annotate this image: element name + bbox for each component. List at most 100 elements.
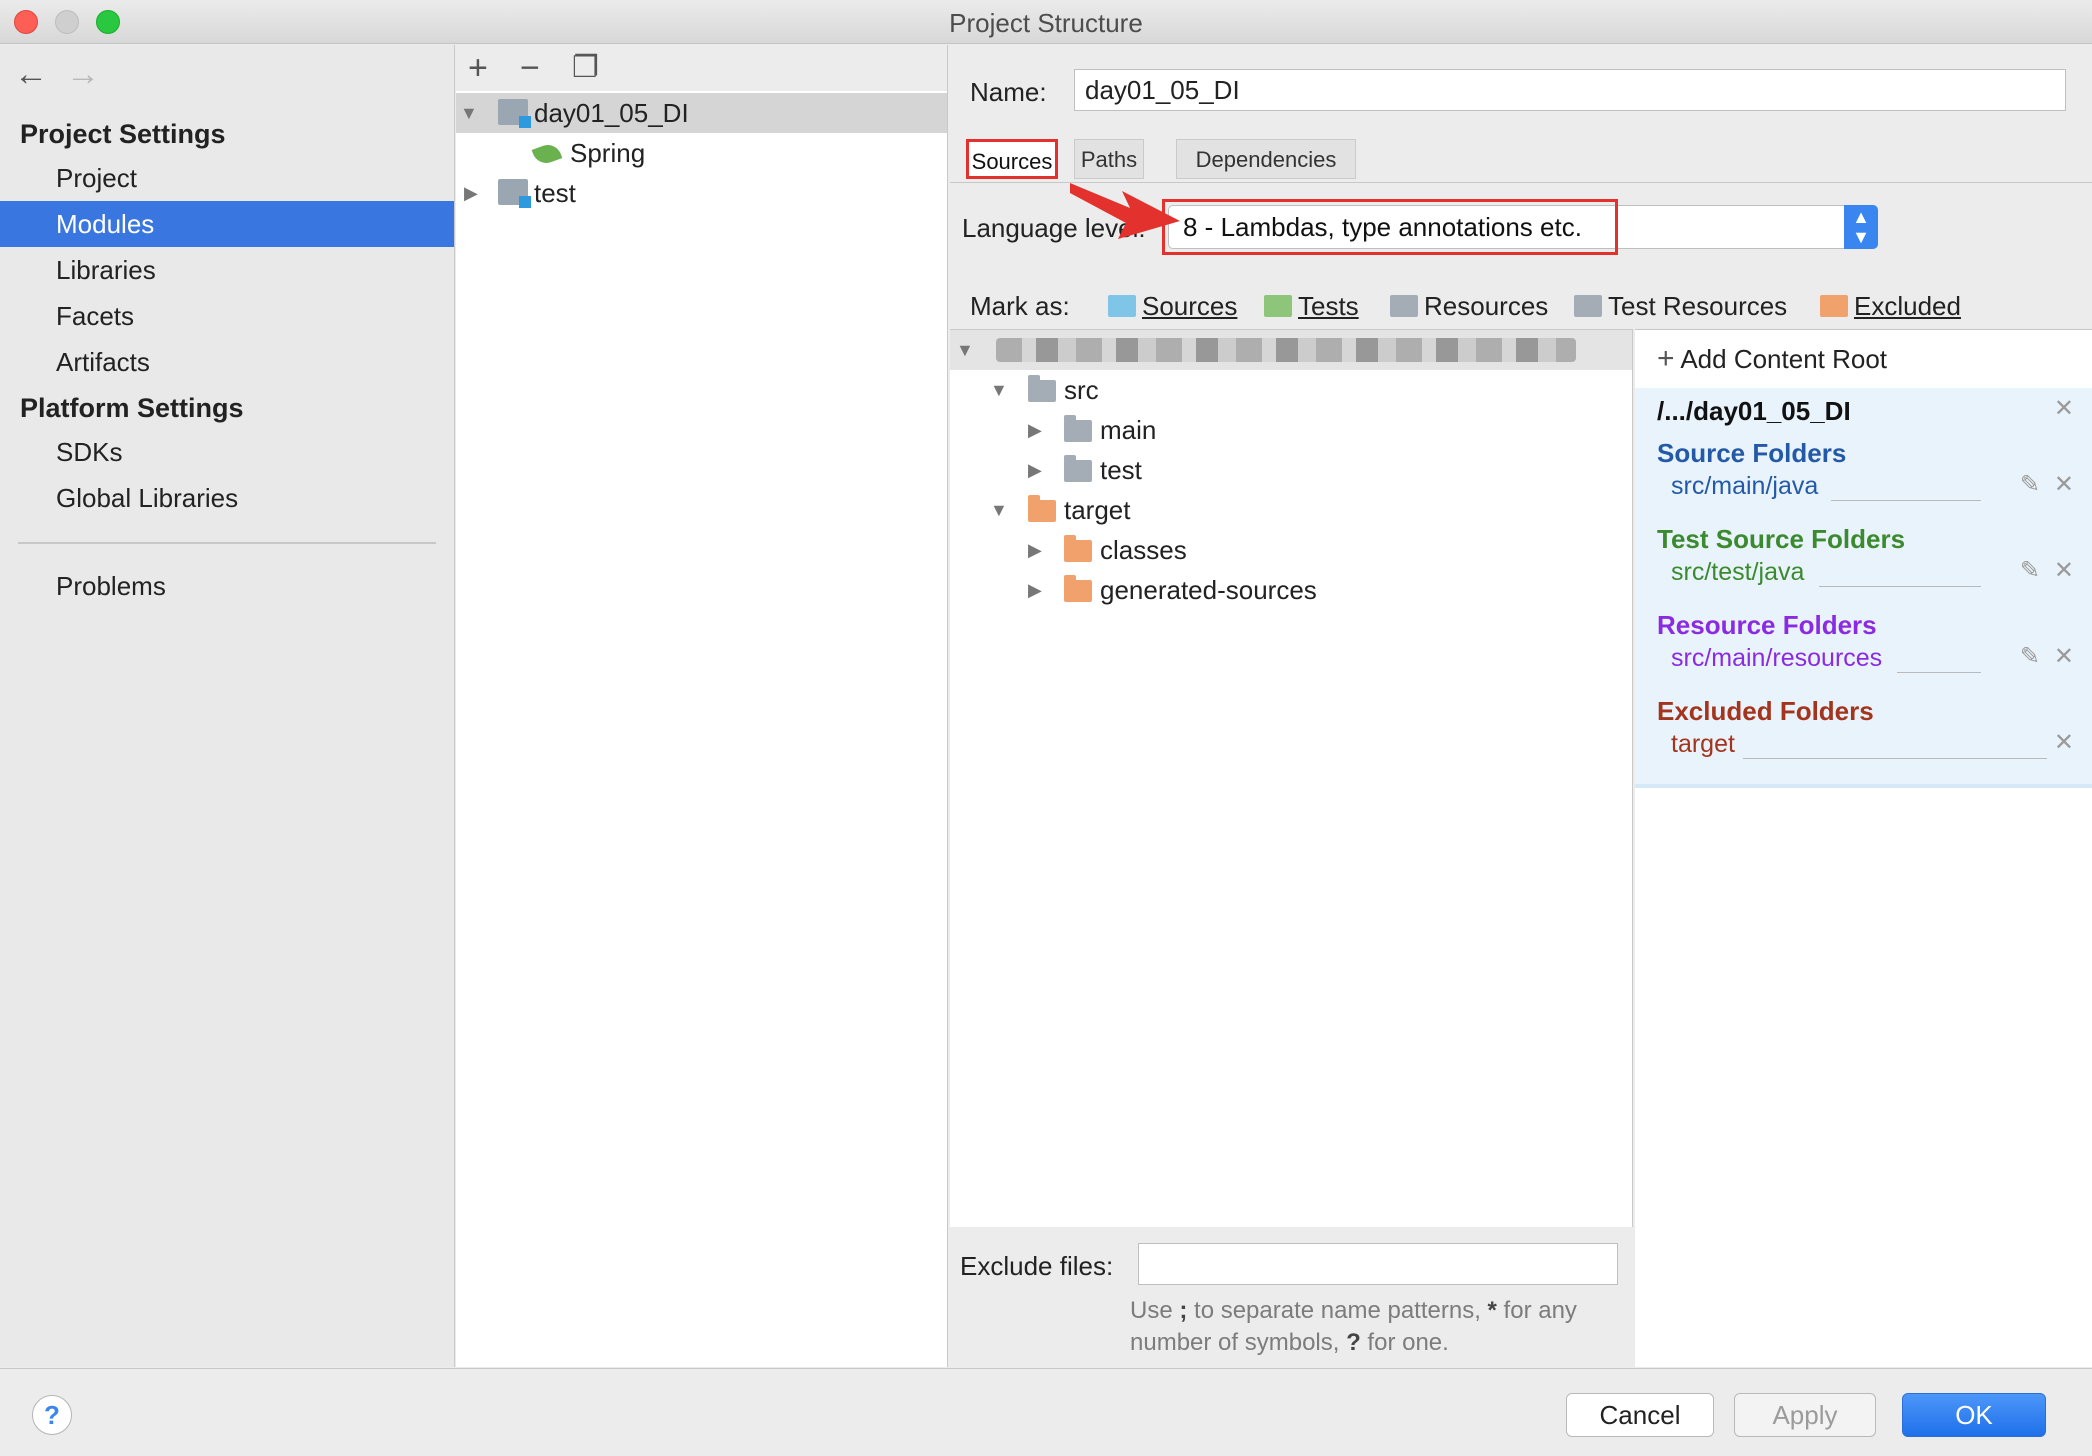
collapsed-triangle-icon[interactable]: ▶ [464, 173, 478, 213]
test-resources-folder-icon [1574, 295, 1602, 317]
tab-sources[interactable]: Sources [966, 139, 1058, 179]
remove-close-icon[interactable]: ✕ [2054, 470, 2074, 499]
nav-separator [18, 542, 436, 544]
module-icon [498, 179, 531, 208]
apply-button[interactable]: Apply [1734, 1393, 1876, 1437]
edit-pencil-icon[interactable]: ✎ [2020, 470, 2040, 499]
red-arrow-icon [1070, 183, 1180, 239]
source-folders-heading: Source Folders [1657, 438, 1847, 468]
sources-folder-icon [1108, 295, 1136, 317]
resource-folders-heading: Resource Folders [1657, 610, 1877, 640]
tree-item-test[interactable]: ▶ test [456, 173, 947, 213]
mark-as-resources-button[interactable]: Resources [1390, 289, 1548, 323]
remove-close-icon[interactable]: ✕ [2054, 728, 2074, 757]
content-root-entry: /.../day01_05_DI ✕ Source Folders src/ma… [1635, 388, 2092, 788]
tree-row-classes[interactable]: ▶ classes [950, 530, 1632, 570]
name-label: Name: [970, 77, 1047, 107]
title-bar: Project Structure [0, 0, 2092, 44]
help-button[interactable]: ? [32, 1395, 72, 1435]
exclude-files-label: Exclude files: [960, 1251, 1114, 1281]
copy-icon[interactable]: ❐ [572, 49, 599, 87]
highlight-box [1162, 199, 1618, 255]
test-source-folder-value: src/test/java [1671, 558, 1805, 586]
excluded-folder-value: target [1671, 730, 1735, 758]
divider [1897, 672, 1981, 673]
mark-as-resources-label: Resources [1424, 291, 1549, 321]
remove-close-icon[interactable]: ✕ [2054, 556, 2074, 585]
expanded-triangle-icon[interactable]: ▼ [990, 490, 1008, 530]
tab-dependencies[interactable]: Dependencies [1176, 139, 1356, 179]
nav-item-modules[interactable]: Modules [0, 201, 454, 247]
tree-item-label: day01_05_DI [534, 98, 689, 128]
mark-as-excluded-label: Excluded [1854, 291, 1961, 321]
blurred-path [996, 338, 1576, 362]
collapsed-triangle-icon[interactable]: ▶ [1028, 570, 1042, 610]
tree-item-day01-05-di[interactable]: ▼ day01_05_DI [456, 93, 947, 133]
expanded-triangle-icon[interactable]: ▼ [460, 93, 478, 133]
remove-root-close-icon[interactable]: ✕ [2054, 394, 2074, 423]
exclude-files-hint: Use ; to separate name patterns, * for a… [1130, 1297, 1577, 1356]
mark-as-excluded-button[interactable]: Excluded [1820, 289, 1961, 323]
collapsed-triangle-icon[interactable]: ▶ [1028, 410, 1042, 450]
tree-row-label: generated-sources [1100, 575, 1317, 605]
dialog-button-bar: ? Cancel Apply OK [0, 1368, 2092, 1456]
tree-row-label: test [1100, 455, 1142, 485]
expanded-triangle-icon[interactable]: ▼ [990, 370, 1008, 410]
excluded-folders-heading: Excluded Folders [1657, 696, 1874, 726]
content-tree: ▼ ▼ src ▶ main ▶ test ▼ target ▶ classes… [950, 329, 1633, 1227]
mark-as-tests-button[interactable]: Tests [1264, 289, 1359, 323]
minus-icon[interactable]: − [520, 49, 540, 87]
excluded-folder-icon [1064, 575, 1092, 602]
window-title: Project Structure [949, 8, 1143, 38]
mark-as-sources-label: Sources [1142, 291, 1238, 321]
exclude-files-input[interactable] [1138, 1243, 1618, 1285]
nav-item-project[interactable]: Project [0, 155, 454, 201]
add-content-root-button[interactable]: + Add Content Root [1657, 342, 1887, 376]
tree-row-generated-sources[interactable]: ▶ generated-sources [950, 570, 1632, 610]
nav-item-artifacts[interactable]: Artifacts [0, 339, 454, 385]
select-stepper-icon[interactable]: ▲ ▼ [1844, 205, 1878, 249]
cancel-button[interactable]: Cancel [1566, 1393, 1714, 1437]
mark-as-tests-label: Tests [1298, 291, 1359, 321]
plus-icon: + [1657, 342, 1675, 375]
tree-item-label: Spring [570, 138, 646, 168]
tree-row-main[interactable]: ▶ main [950, 410, 1632, 450]
mark-as-test-resources-button[interactable]: Test Resources [1574, 289, 1787, 323]
module-tree-pane: + − ❐ ▼ day01_05_DI Spring ▶ test [456, 45, 948, 1367]
content-roots-panel: + Add Content Root /.../day01_05_DI ✕ So… [1635, 329, 2092, 1367]
module-name-input[interactable]: day01_05_DI [1074, 69, 2066, 111]
collapsed-triangle-icon[interactable]: ▶ [1028, 450, 1042, 490]
tree-item-label: test [534, 178, 576, 208]
tree-row-label: classes [1100, 535, 1187, 565]
excluded-folder-icon [1028, 495, 1056, 522]
divider [1819, 586, 1981, 587]
nav-item-libraries[interactable]: Libraries [0, 247, 454, 293]
module-config-pane: Name: day01_05_DI Sources Paths Dependen… [950, 45, 2092, 1367]
edit-pencil-icon[interactable]: ✎ [2020, 556, 2040, 585]
nav-item-facets[interactable]: Facets [0, 293, 454, 339]
add-content-root-label: Add Content Root [1680, 344, 1888, 374]
project-settings-heading: Project Settings [20, 119, 226, 149]
ok-button[interactable]: OK [1902, 1393, 2046, 1437]
collapsed-triangle-icon[interactable]: ▶ [1028, 530, 1042, 570]
edit-pencil-icon[interactable]: ✎ [2020, 642, 2040, 671]
nav-item-problems[interactable]: Problems [0, 563, 454, 609]
tree-row-test[interactable]: ▶ test [950, 450, 1632, 490]
project-structure-window: Project Structure ← → Project Settings P… [0, 0, 2092, 1456]
nav-item-sdks[interactable]: SDKs [0, 429, 454, 475]
divider [1831, 500, 1981, 501]
content-root-path: /.../day01_05_DI [1657, 396, 1851, 426]
mark-as-sources-button[interactable]: Sources [1108, 289, 1237, 323]
nav-item-global-libraries[interactable]: Global Libraries [0, 475, 454, 521]
tree-row-target[interactable]: ▼ target [950, 490, 1632, 530]
module-icon [498, 99, 531, 128]
tree-item-spring[interactable]: Spring [456, 133, 947, 173]
tree-row-src[interactable]: ▼ src [950, 370, 1632, 410]
arrow-right-icon[interactable]: → [66, 55, 100, 94]
plus-icon[interactable]: + [468, 49, 488, 87]
content-root-row[interactable]: ▼ [950, 330, 1632, 370]
arrow-left-icon[interactable]: ← [14, 55, 48, 94]
expanded-triangle-icon[interactable]: ▼ [956, 340, 974, 361]
remove-close-icon[interactable]: ✕ [2054, 642, 2074, 671]
excluded-folder-icon [1820, 295, 1848, 317]
